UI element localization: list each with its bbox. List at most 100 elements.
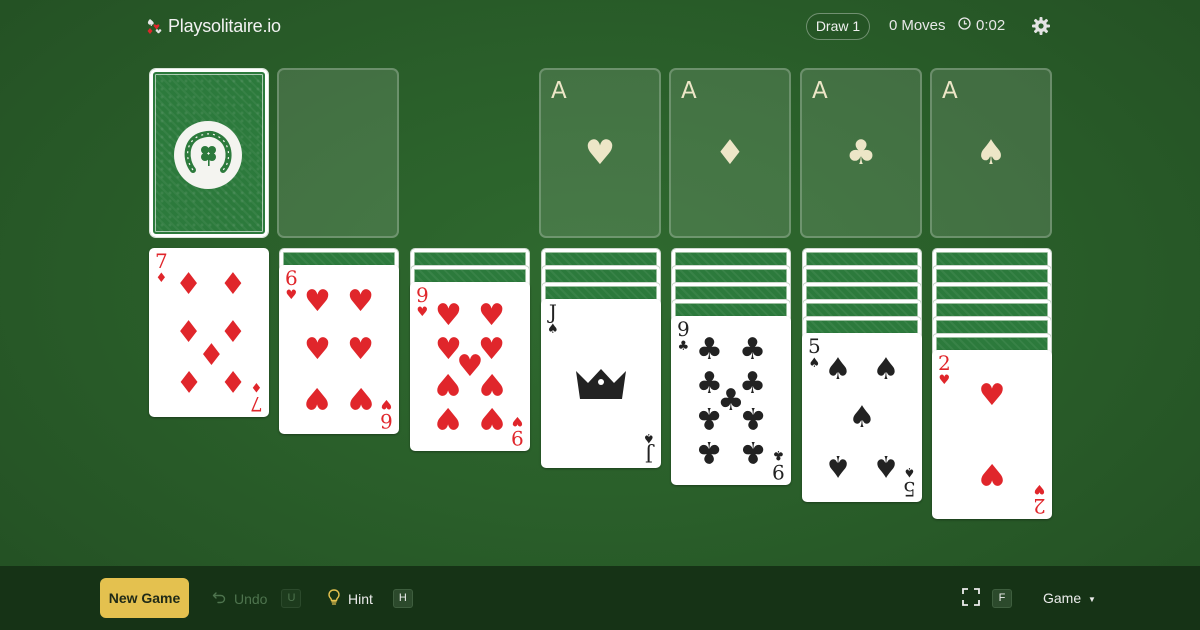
spade-icon: ♠ [975, 133, 1007, 173]
card-9-of-clubs[interactable]: 9 ♣ 9 ♣ ♣ ♣ ♣ ♣ ♣ ♣ ♣ ♣ ♣ [671, 316, 791, 485]
horseshoe-clover-emblem-icon [174, 121, 242, 189]
card-rank: 7 [155, 249, 168, 273]
card-7-of-diamonds[interactable]: 7 ♦ 7 ♦ ♦ ♦ ♦ ♦ ♦ ♦ ♦ [149, 248, 269, 417]
caret-down-icon: ▼ [1088, 594, 1096, 604]
card-corner-index: 9 ♥ [416, 285, 429, 319]
hint-button[interactable]: Hint H [328, 589, 413, 608]
foundation-rank: A [942, 78, 958, 104]
spade-pip-icon: ♠ [872, 352, 900, 388]
diamond-pip-icon: ♦ [175, 362, 203, 398]
card-corner-index: 6 ♥ [380, 396, 393, 433]
heart-pip-icon: ♥ [303, 379, 331, 415]
card-rank: 2 [938, 351, 951, 375]
waste-pile-empty[interactable] [277, 68, 399, 238]
heart-pip-icon: ♥ [478, 366, 506, 402]
card-corner-index: 7 ♦ [250, 379, 263, 416]
card-corner-index: 9 ♣ [772, 447, 785, 484]
fullscreen-button[interactable]: F [962, 588, 1012, 609]
card-rank: 5 [903, 477, 916, 501]
heart-pip-icon: ♥ [347, 331, 375, 367]
club-pip-icon: ♣ [695, 434, 723, 470]
foundation-clubs[interactable]: A ♣ [800, 68, 922, 238]
heart-icon: ♥ [584, 133, 616, 173]
heart-icon: ♥ [285, 288, 298, 303]
card-9-of-hearts[interactable]: 9 ♥ 9 ♥ ♥ ♥ ♥ ♥ ♥ ♥ ♥ ♥ ♥ [410, 282, 530, 451]
spade-pip-icon: ♠ [872, 447, 900, 483]
card-corner-index: 9 ♥ [511, 413, 524, 450]
hint-shortcut-key: H [392, 589, 413, 608]
diamond-pip-icon: ♦ [219, 362, 247, 398]
clock-icon [958, 17, 971, 34]
card-corner-index: 2 ♥ [1033, 481, 1046, 518]
heart-pip-icon: ♥ [978, 377, 1006, 413]
moves-count: 0 [889, 17, 898, 34]
club-pip-icon: ♣ [739, 331, 767, 367]
club-pip-icon: ♣ [739, 434, 767, 470]
club-icon: ♣ [845, 133, 877, 173]
card-rank: 9 [772, 460, 785, 484]
diamond-icon: ♦ [155, 271, 168, 286]
card-rank: 6 [285, 266, 298, 290]
stock-pile[interactable] [149, 68, 269, 238]
heart-pip-icon: ♥ [347, 284, 375, 320]
card-corner-index: 7 ♦ [155, 251, 168, 285]
heart-icon: ♥ [511, 413, 524, 428]
settings-gear-icon[interactable] [1030, 15, 1052, 37]
club-icon: ♣ [677, 339, 690, 354]
card-rank: 7 [250, 392, 263, 416]
card-2-of-hearts[interactable]: 2 ♥ 2 ♥ ♥ ♥ [932, 350, 1052, 519]
moves-label: Moves [901, 17, 946, 34]
game-menu-dropdown[interactable]: Game ▼ [1043, 590, 1096, 606]
club-pip-icon: ♣ [739, 400, 767, 436]
undo-label: Undo [234, 590, 268, 607]
card-rank: J [548, 300, 557, 324]
timer: 0:02 [958, 17, 1005, 34]
card-rank: 9 [416, 283, 429, 307]
heart-icon: ♥ [380, 396, 393, 411]
heart-pip-icon: ♥ [478, 400, 506, 436]
diamond-pip-icon: ♦ [175, 267, 203, 303]
heart-pip-icon: ♥ [478, 297, 506, 333]
card-6-of-hearts[interactable]: 6 ♥ 6 ♥ ♥ ♥ ♥ ♥ ♥ ♥ [279, 265, 399, 434]
spade-pip-icon: ♠ [824, 447, 852, 483]
club-pip-icon: ♣ [695, 400, 723, 436]
foundation-rank: A [551, 78, 567, 104]
spade-icon: ♠ [903, 464, 916, 479]
heart-pip-icon: ♥ [303, 284, 331, 320]
card-corner-index: J ♠ [643, 430, 655, 467]
card-corner-index: 9 ♣ [677, 319, 690, 353]
undo-arrow-icon [212, 590, 226, 607]
club-icon: ♣ [772, 447, 785, 462]
foundation-spades[interactable]: A ♠ [930, 68, 1052, 238]
card-5-of-spades[interactable]: 5 ♠ 5 ♠ ♠ ♠ ♠ ♠ ♠ [802, 333, 922, 502]
new-game-button[interactable]: New Game [100, 578, 189, 618]
undo-button[interactable]: Undo U [212, 589, 302, 608]
heart-pip-icon: ♥ [434, 297, 462, 333]
card-corner-index: 5 ♠ [903, 464, 916, 501]
card-rank: 6 [380, 409, 393, 433]
hint-label: Hint [348, 590, 373, 607]
logo-text: Playsolitaire.io [168, 15, 281, 36]
spade-pip-icon: ♠ [848, 399, 876, 435]
foundation-rank: A [812, 78, 828, 104]
heart-pip-icon: ♥ [434, 366, 462, 402]
card-rank: 9 [677, 317, 690, 341]
foundation-diamonds[interactable]: A ♦ [669, 68, 791, 238]
spade-icon: ♠ [547, 322, 559, 337]
foundation-hearts[interactable]: A ♥ [539, 68, 661, 238]
heart-icon: ♥ [416, 305, 429, 320]
card-rank: 5 [808, 334, 821, 358]
spade-icon: ♠ [808, 356, 821, 371]
spade-pip-icon: ♠ [824, 352, 852, 388]
heart-pip-icon: ♥ [347, 379, 375, 415]
spade-icon: ♠ [643, 430, 655, 445]
card-corner-index: J ♠ [547, 302, 559, 336]
fullscreen-icon [962, 588, 980, 609]
diamond-icon: ♦ [714, 133, 746, 173]
card-corner-index: 2 ♥ [938, 353, 951, 387]
lightbulb-icon [328, 589, 340, 608]
draw-mode-button[interactable]: Draw 1 [806, 13, 870, 40]
card-J-of-spades[interactable]: J ♠ J ♠ [541, 299, 661, 468]
logo[interactable]: Playsolitaire.io [146, 14, 281, 38]
undo-shortcut-key: U [281, 589, 302, 608]
